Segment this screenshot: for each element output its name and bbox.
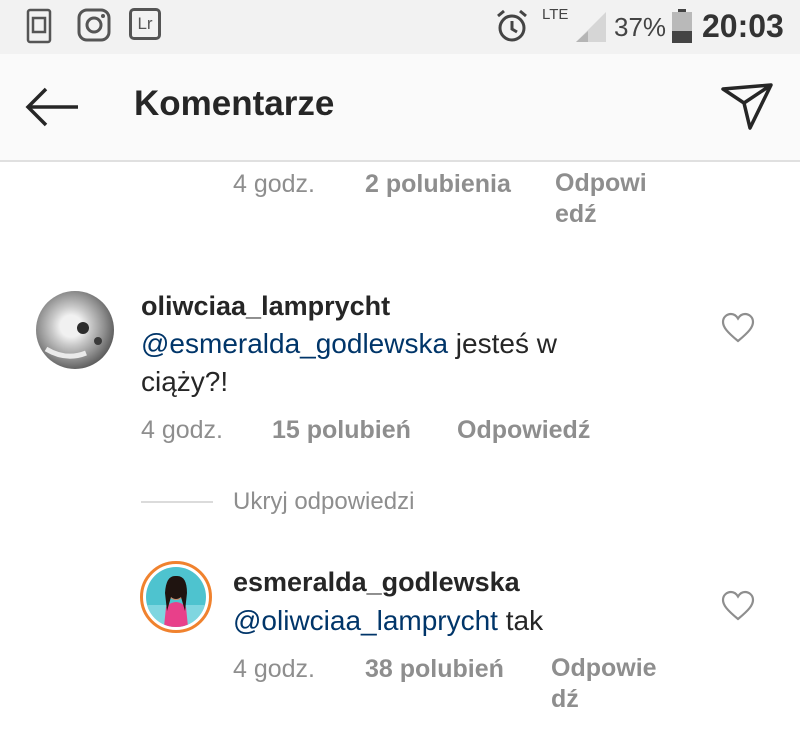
back-button[interactable] [20, 80, 84, 134]
comment-text: @esmeralda_godlewska jesteś w ciąży?! [141, 325, 641, 401]
comment-time: 4 godz. [233, 170, 316, 198]
reply-button[interactable]: Odpowi edź [555, 168, 647, 230]
replies-divider [141, 501, 213, 503]
app-header: Komentarze [0, 54, 800, 162]
comment-likes[interactable]: 15 polubień [272, 416, 411, 445]
send-direct-icon [721, 83, 773, 130]
mention-link[interactable]: @oliwciaa_lamprycht [233, 605, 498, 636]
heart-icon[interactable] [721, 590, 755, 622]
comment-text-part: jesteś w [448, 328, 557, 359]
comment-time: 4 godz. [141, 416, 224, 444]
alarm-icon [497, 9, 527, 42]
hide-replies-button[interactable]: Ukryj odpowiedzi [233, 488, 414, 516]
share-button[interactable] [712, 76, 782, 136]
comment-text: @oliwciaa_lamprycht tak [233, 602, 733, 640]
avatar[interactable] [140, 561, 212, 633]
avatar[interactable] [36, 291, 114, 369]
reply-label-line1: Odpowie [551, 654, 657, 682]
clock: 20:03 [702, 8, 784, 44]
comment-text-part: tak [497, 605, 544, 636]
reply-label-line1: Odpowi [555, 169, 647, 197]
network-type: LTE [542, 6, 569, 23]
battery-percent: 37% [614, 12, 667, 42]
reply-label-line2: edź [555, 200, 597, 228]
back-arrow-icon [25, 87, 78, 127]
comment-time: 4 godz. [233, 655, 316, 683]
reply-label-line2: dź [551, 685, 579, 713]
status-bar: Lr LTE 37% 20:03 [0, 0, 800, 54]
comment-username[interactable]: oliwciaa_lamprycht [141, 291, 390, 322]
comment-likes[interactable]: 2 polubienia [365, 170, 511, 199]
mention-link[interactable]: @esmeralda_godlewska [141, 328, 448, 359]
comment-text-part: ciąży?! [141, 366, 229, 397]
instagram-icon [77, 8, 111, 42]
page-title: Komentarze [134, 84, 335, 123]
signal-icon [576, 12, 606, 42]
reply-button[interactable]: Odpowiedź [457, 416, 590, 445]
battery-icon [672, 9, 692, 43]
reply-button[interactable]: Odpowie dź [551, 653, 657, 715]
clipboard-icon [26, 8, 52, 44]
heart-icon[interactable] [721, 312, 755, 344]
comment-likes[interactable]: 38 polubień [365, 655, 504, 684]
comment-username[interactable]: esmeralda_godlewska [233, 567, 520, 598]
lightroom-icon: Lr [129, 8, 161, 40]
